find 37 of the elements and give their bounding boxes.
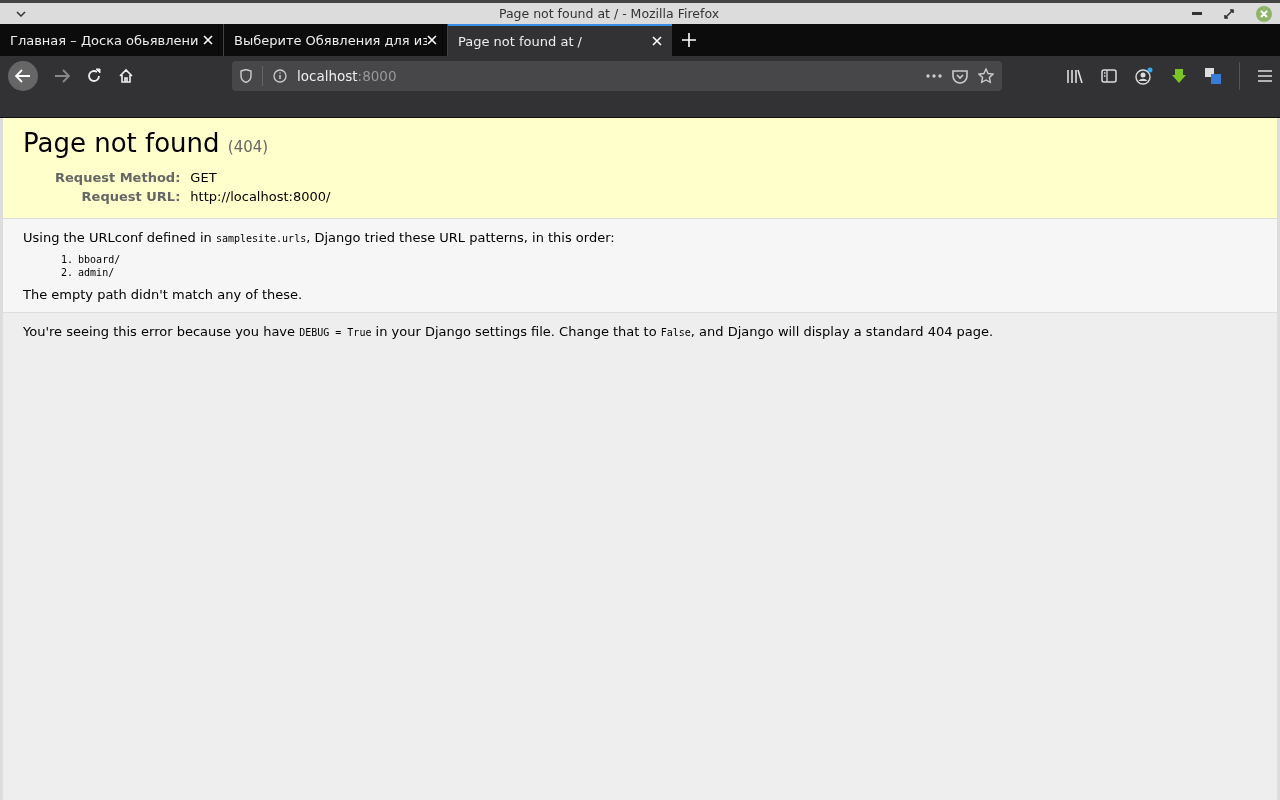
field-value: http://localhost:8000/: [190, 188, 331, 206]
close-icon[interactable]: [652, 36, 662, 46]
back-arrow-icon: [15, 69, 31, 83]
more-icon[interactable]: [926, 74, 942, 78]
sidebar-icon[interactable]: [1101, 69, 1117, 83]
url-pattern: admin/: [78, 266, 115, 279]
plus-icon[interactable]: [682, 33, 696, 47]
field-label: Request URL:: [80, 188, 182, 206]
chevron-icon[interactable]: [16, 10, 26, 17]
forward-icon[interactable]: [54, 69, 70, 83]
close-icon[interactable]: [203, 35, 213, 45]
shield-icon[interactable]: [240, 69, 252, 83]
reload-icon[interactable]: [86, 68, 102, 84]
menu-icon[interactable]: [1258, 70, 1272, 82]
field-label: Request Method:: [54, 169, 182, 187]
explanation-text: You're seeing this error because you have DEBUG = True in your Django settings file. Change that to False, and Django will display a standard 404 page.: [23, 324, 995, 339]
list-number: 2.: [61, 266, 74, 279]
list-number: 1.: [61, 253, 74, 266]
window-title: Page not found at / - Mozilla Firefox: [497, 6, 721, 21]
close-icon[interactable]: [427, 35, 437, 45]
maximize-icon[interactable]: [1224, 8, 1234, 19]
address-bar[interactable]: localhost:8000: [232, 61, 1002, 91]
info-icon[interactable]: [273, 69, 287, 83]
no-match-text: The empty path didn't match any of these.: [23, 287, 304, 302]
star-icon[interactable]: [978, 68, 994, 84]
home-icon[interactable]: [118, 68, 134, 84]
url-pattern: bboard/: [78, 253, 121, 266]
download-icon[interactable]: [1171, 68, 1187, 84]
url-text: localhost:8000: [297, 68, 397, 84]
back-button[interactable]: [8, 61, 38, 91]
intro-text: Using the URLconf defined in samplesite.urls, Django tried these URL patterns, in this order:: [23, 230, 616, 245]
account-icon[interactable]: [1135, 67, 1153, 85]
browser-tab[interactable]: Page not found at /: [448, 24, 672, 56]
library-icon[interactable]: [1067, 69, 1083, 83]
field-value: GET: [190, 169, 218, 187]
page-heading: Page not found (404): [23, 128, 270, 158]
pocket-icon[interactable]: [952, 68, 968, 84]
